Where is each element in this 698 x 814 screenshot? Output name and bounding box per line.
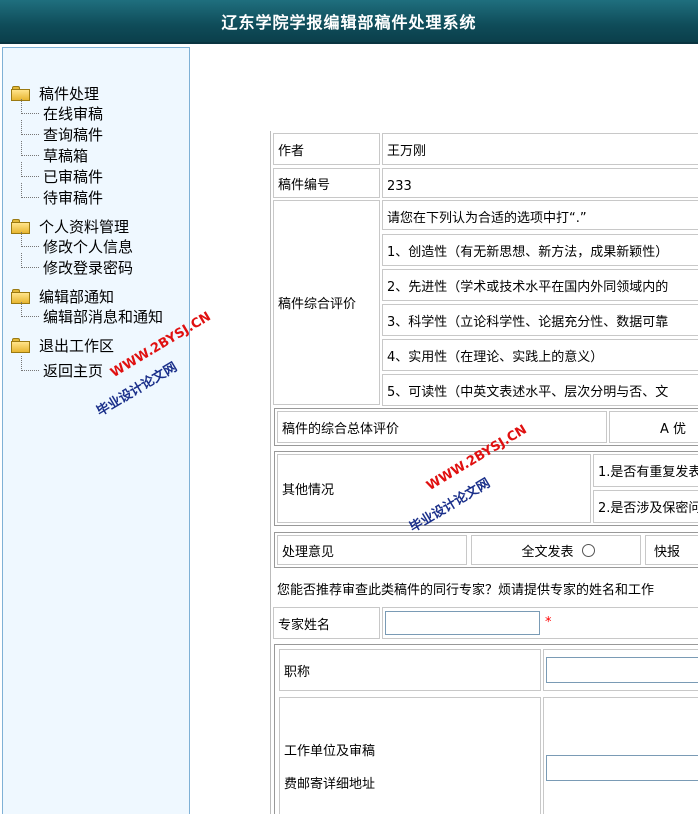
recommend-expert-text: 您能否推荐审查此类稿件的同行专家？烦请提供专家的姓名和工作 <box>273 573 698 603</box>
nav-group-label: 稿件处理 <box>39 84 100 103</box>
tree-line <box>19 183 41 208</box>
tree-line <box>19 302 41 327</box>
expert-name-input[interactable] <box>385 611 540 635</box>
expert-address-input[interactable] <box>546 755 698 781</box>
nav-item-online-review[interactable]: 在线审稿 <box>19 99 103 124</box>
folder-icon <box>11 337 31 353</box>
nav-item-search-manuscripts[interactable]: 查询稿件 <box>19 120 103 145</box>
radio-full-publish[interactable] <box>581 543 595 557</box>
expert-details-frame: 职称 工作单位及审稿 费邮寄详细地址 <box>274 644 698 814</box>
expert-address-label-line1: 工作单位及审稿 <box>284 743 376 759</box>
expert-title-label: 职称 <box>279 649 541 691</box>
overall-eval-option-a[interactable]: A 优 <box>609 411 698 443</box>
nav-item-drafts[interactable]: 草稿箱 <box>19 141 88 166</box>
expert-name-label: 专家姓名 <box>273 607 380 639</box>
nav-item-home[interactable]: 返回主页 <box>19 356 103 381</box>
nav-group-manuscripts[interactable]: 稿件处理 <box>11 82 99 104</box>
nav-item-reviewed[interactable]: 已审稿件 <box>19 162 103 187</box>
handling-opinion-row: 处理意见 全文发表 快报 <box>274 532 698 568</box>
overall-eval-row: 稿件的综合总体评价 A 优 <box>274 408 698 446</box>
nav-item-change-password[interactable]: 修改登录密码 <box>19 253 133 278</box>
tree-line <box>19 356 41 381</box>
handling-option-full[interactable]: 全文发表 <box>471 535 641 565</box>
nav-item-edit-profile[interactable]: 修改个人信息 <box>19 232 133 257</box>
tree-line <box>19 120 41 145</box>
tree-line <box>19 232 41 257</box>
tree-line <box>19 141 41 166</box>
header-bar: 辽东学院学报编辑部稿件处理系统 <box>0 0 698 44</box>
eval-option-practicality[interactable]: 4、实用性（在理论、实践上的意义） <box>382 339 698 371</box>
eval-option-scientific[interactable]: 3、科学性（立论科学性、论据充分性、数据可靠 <box>382 304 698 336</box>
nav-item-pending[interactable]: 待审稿件 <box>19 183 103 208</box>
handling-option-brief[interactable]: 快报 <box>645 535 698 565</box>
expert-address-cell <box>543 697 698 814</box>
handling-opinion-label: 处理意见 <box>277 535 467 565</box>
required-mark: * <box>545 615 552 630</box>
expert-name-cell: * <box>382 607 698 639</box>
expert-title-input[interactable] <box>546 657 698 683</box>
expert-title-cell <box>543 649 698 691</box>
author-value: 王万刚 <box>382 133 698 165</box>
nav-group-profile[interactable]: 个人资料管理 <box>11 215 129 237</box>
author-label: 作者 <box>273 133 380 165</box>
sidebar-nav: 稿件处理 在线审稿 查询稿件 草稿箱 已审稿件 待审稿件 个人资料管理 修改个人… <box>2 47 190 814</box>
manuscript-id-label: 稿件编号 <box>273 168 380 198</box>
eval-option-creativity[interactable]: 1、创造性（有无新思想、新方法，成果新颖性） <box>382 234 698 266</box>
handling-option-full-label: 全文发表 <box>521 544 574 560</box>
other-item-confidential[interactable]: 2.是否涉及保密问 <box>593 490 698 523</box>
expert-address-label-line2: 费邮寄详细地址 <box>284 776 376 792</box>
manuscript-id-value: 233 <box>382 168 698 198</box>
app-title: 辽东学院学报编辑部稿件处理系统 <box>221 13 477 32</box>
nav-item-messages[interactable]: 编辑部消息和通知 <box>19 302 163 327</box>
evaluation-intro: 请您在下列认为合适的选项中打“.” <box>382 200 698 230</box>
overall-eval-label: 稿件的综合总体评价 <box>277 411 607 443</box>
nav-group-notices[interactable]: 编辑部通知 <box>11 285 114 307</box>
review-form: 作者 王万刚 稿件编号 233 稿件综合评价 请您在下列认为合适的选项中打“.”… <box>270 131 698 814</box>
other-item-duplicate[interactable]: 1.是否有重复发表 <box>593 454 698 487</box>
eval-option-readability[interactable]: 5、可读性（中英文表述水平、层次分明与否、文 <box>382 374 698 406</box>
tree-line <box>19 253 41 278</box>
nav-group-exit[interactable]: 退出工作区 <box>11 334 114 356</box>
evaluation-label: 稿件综合评价 <box>273 200 380 405</box>
eval-option-advancement[interactable]: 2、先进性（学术或技术水平在国内外同领域内的 <box>382 269 698 301</box>
tree-line <box>19 99 41 124</box>
tree-line <box>19 162 41 187</box>
expert-address-label: 工作单位及审稿 费邮寄详细地址 <box>279 697 541 814</box>
